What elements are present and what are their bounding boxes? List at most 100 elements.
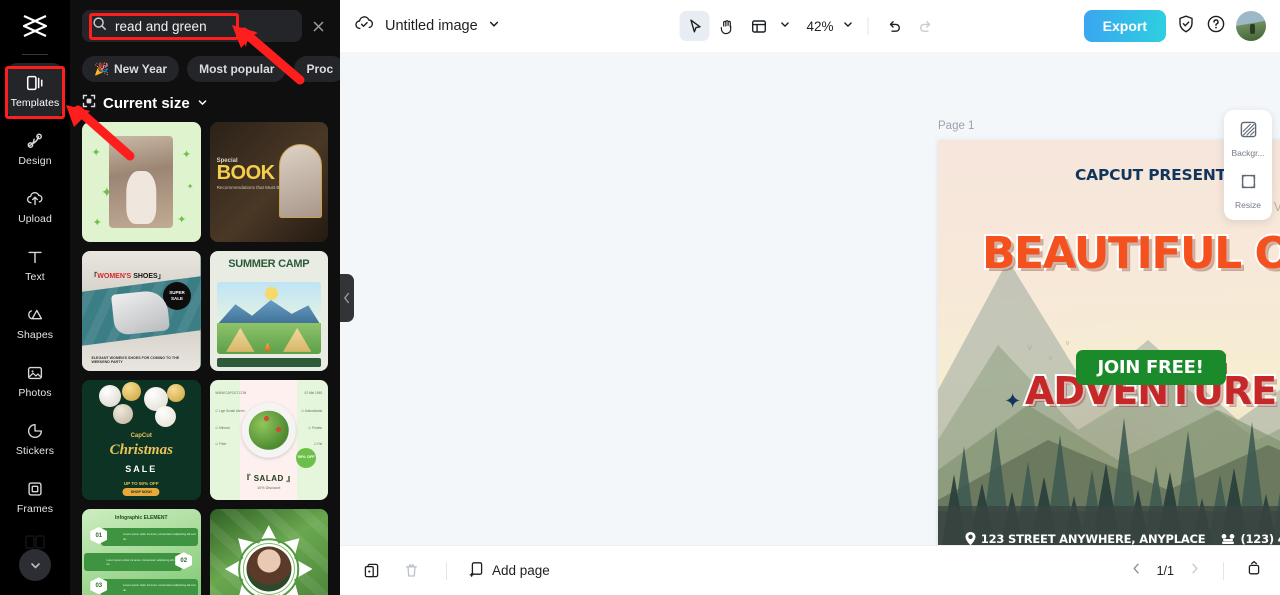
undo-button[interactable] — [879, 11, 909, 41]
chip-label: New Year — [113, 62, 168, 76]
template-subtitle: SALE — [125, 464, 158, 474]
page-indicator: 1/1 — [1156, 563, 1174, 578]
sidebar-item-label: Text — [25, 271, 45, 283]
layout-tool-button[interactable] — [743, 11, 773, 41]
canvas-area: Page 1 ᐯ ᐯ ᐯ ᐯ CAPCUT PRESENT BEAUTIFUL … — [340, 52, 1280, 545]
template-card-womens-shoes[interactable]: 「WOMEN'S SHOES」 SUPER SALE ELEGANT WOMEN… — [82, 251, 201, 371]
add-page-button[interactable]: Add page — [469, 561, 550, 580]
template-photo — [246, 546, 292, 592]
template-offer: UP TO 50% OFF — [123, 480, 159, 486]
template-title: Christmas — [109, 442, 173, 459]
template-card-summer-camp[interactable]: SUMMER CAMP — [209, 251, 328, 371]
duplicate-icon[interactable] — [358, 558, 384, 584]
hand-tool-button[interactable] — [711, 11, 741, 41]
chevron-down-icon — [197, 95, 208, 112]
sidebar-item-label: Frames — [16, 503, 54, 515]
toolbar-divider — [867, 17, 869, 35]
cloud-saved-icon — [354, 13, 375, 39]
current-size-label: Current size — [103, 94, 190, 112]
template-grid: ✦ ✦ ✦ ✦ ✦ ✦ Special BOOK Recommendations… — [70, 122, 340, 595]
sidebar-item-label: Templates — [10, 97, 60, 109]
template-card-book[interactable]: Special BOOK Recommendations that Must B… — [209, 122, 328, 242]
current-size-filter[interactable]: Current size — [70, 88, 340, 122]
sidebar-item-design[interactable]: Design — [7, 121, 63, 177]
background-tool[interactable]: Backgr... — [1224, 120, 1272, 158]
current-size-icon — [82, 94, 96, 112]
design-headline-1: BEAUTIFUL OF — [980, 227, 1280, 279]
template-photo — [110, 289, 170, 336]
top-right-actions: Export — [1083, 10, 1266, 42]
filter-chip-new-year[interactable]: 🎉 New Year — [82, 56, 180, 82]
prev-page-icon[interactable] — [1130, 562, 1143, 580]
sidebar-item-photos[interactable]: Photos — [7, 353, 63, 409]
filter-chip-most-popular[interactable]: Most popular — [187, 56, 287, 82]
sidebar-item-upload[interactable]: Upload — [7, 179, 63, 235]
template-title: 「WOMEN'S SHOES」 — [90, 273, 165, 281]
partially-hidden-item-icon — [25, 535, 45, 549]
delete-icon[interactable] — [398, 558, 424, 584]
sidebar-item-text[interactable]: Text — [7, 237, 63, 293]
right-tool-panel: Backgr... Resize — [1224, 110, 1272, 220]
template-title: Infographic ELEMENT — [115, 515, 168, 521]
sidebar-item-label: Design — [18, 155, 52, 167]
file-info[interactable]: Untitled image — [354, 13, 500, 39]
template-brand: CapCut — [130, 432, 152, 439]
search-icon — [92, 16, 107, 36]
resize-tool[interactable]: Resize — [1224, 172, 1272, 210]
design-phone: (123) 456 7890 — [1221, 532, 1280, 545]
chevron-down-icon[interactable] — [488, 17, 500, 35]
template-photo — [279, 143, 323, 218]
search-input[interactable] — [115, 18, 292, 34]
add-page-label: Add page — [492, 563, 550, 578]
sidebar-item-templates[interactable]: Templates — [7, 63, 63, 119]
select-tool-button[interactable] — [679, 11, 710, 41]
sidebar-item-frames[interactable]: Frames — [7, 469, 63, 525]
templates-panel: 🎉 New Year Most popular Proc Current siz… — [70, 0, 340, 595]
clear-search-button[interactable] — [308, 16, 328, 36]
resize-tool-label: Resize — [1235, 200, 1261, 210]
zoom-chevron-down-icon[interactable] — [839, 17, 858, 35]
chip-label: Most popular — [199, 62, 275, 76]
sidebar-item-stickers[interactable]: Stickers — [7, 411, 63, 467]
template-card-leaf-frame[interactable] — [209, 509, 328, 595]
sidebar-item-shapes[interactable]: Shapes — [7, 295, 63, 351]
background-icon — [1239, 120, 1258, 144]
user-avatar[interactable] — [1236, 11, 1266, 41]
template-card-salad[interactable]: ☑ Lige Scratc Uterin ☑ Mineral ☑ Fiber ☑… — [209, 380, 328, 500]
next-page-icon[interactable] — [1188, 562, 1201, 580]
page-label: Page 1 — [938, 120, 975, 132]
template-title: 『 SALAD 』 — [242, 474, 295, 484]
shield-check-icon[interactable] — [1176, 14, 1196, 39]
filter-chip-proc[interactable]: Proc — [294, 56, 340, 82]
bird-icon: ᐯ — [1027, 345, 1033, 352]
export-button[interactable]: Export — [1083, 10, 1166, 42]
help-circle-icon[interactable] — [1206, 14, 1226, 39]
rail-divider — [22, 54, 48, 55]
sidebar-item-label: Stickers — [15, 445, 55, 457]
chip-label: Proc — [306, 62, 334, 76]
bird-icon: ᐯ — [1273, 199, 1280, 214]
search-box[interactable] — [82, 10, 302, 42]
bird-icon: ᐯ — [1048, 355, 1053, 362]
template-card-green-portrait[interactable]: ✦ ✦ ✦ ✦ ✦ ✦ — [82, 122, 201, 242]
bottom-divider — [446, 561, 447, 580]
collapse-timeline-icon[interactable] — [1246, 560, 1262, 581]
template-card-christmas-sale[interactable]: CapCut Christmas SALE UP TO 50% OFF SHOP… — [82, 380, 201, 500]
collapse-panel-handle[interactable] — [340, 274, 354, 322]
resize-icon — [1239, 172, 1258, 196]
filter-chip-row: 🎉 New Year Most popular Proc — [70, 46, 340, 88]
template-card-infographic[interactable]: Infographic ELEMENT Lorem ipsum dolor si… — [82, 509, 201, 595]
capcut-logo-icon[interactable] — [0, 0, 70, 52]
canvas-tools: 42% — [679, 11, 940, 41]
template-button: SHOP NOW! — [122, 488, 160, 496]
add-page-icon — [469, 561, 485, 580]
redo-button[interactable] — [911, 11, 941, 41]
expand-more-tools-button[interactable] — [19, 549, 51, 581]
layout-chevron-down-icon[interactable] — [775, 17, 794, 35]
design-cta-button[interactable]: JOIN FREE! — [1075, 350, 1226, 386]
template-title: SUMMER CAMP — [228, 258, 310, 271]
page-navigation: 1/1 — [1130, 560, 1262, 581]
design-address: 123 STREET ANYWHERE, ANYPLACE — [965, 532, 1206, 545]
zoom-level[interactable]: 42% — [796, 19, 836, 34]
left-icon-rail: Templates Design Upload Text Shapes Phot… — [0, 0, 70, 595]
